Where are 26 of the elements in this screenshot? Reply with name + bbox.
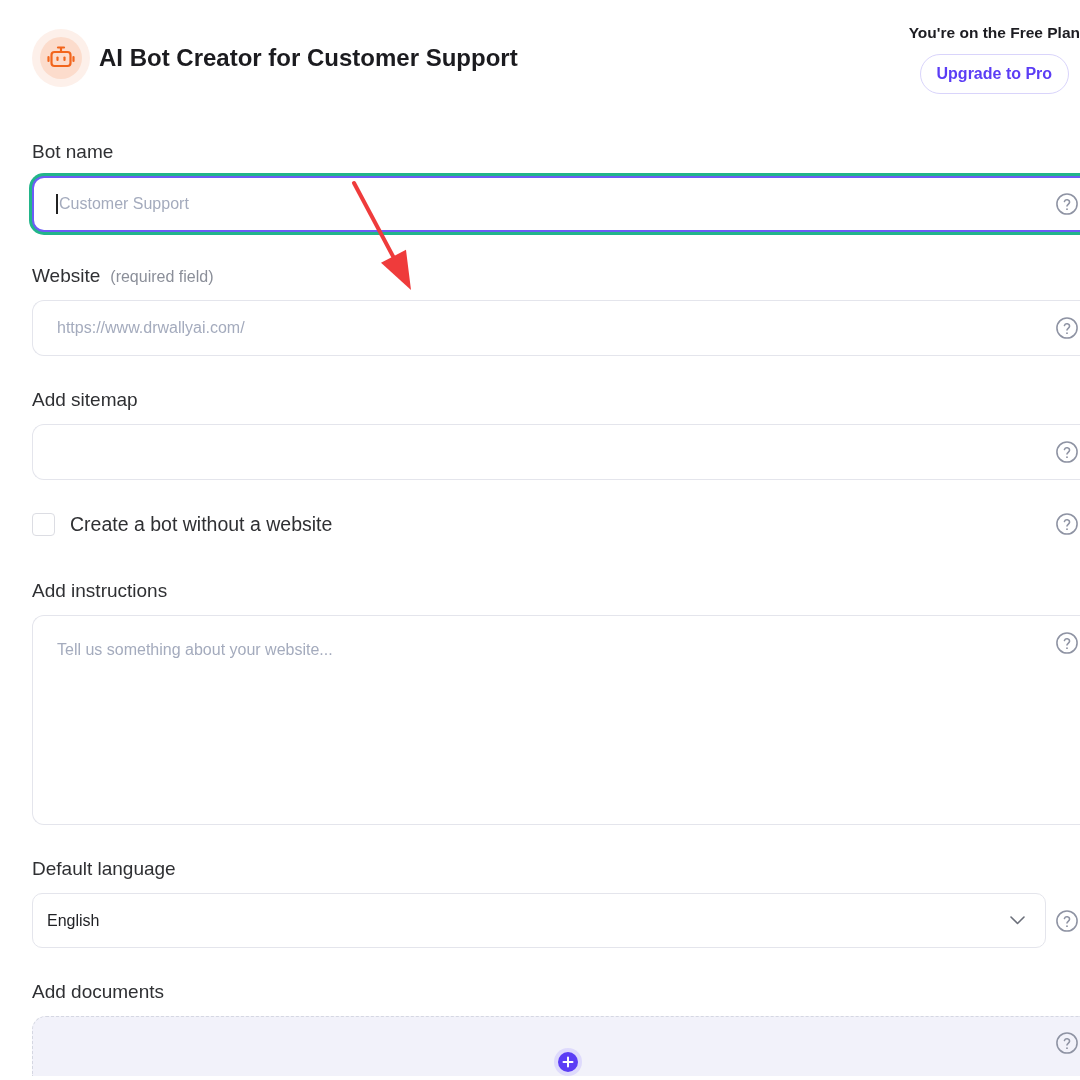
checkbox-label[interactable]: Create a bot without a website: [70, 512, 333, 536]
textarea-field[interactable]: Tell us something about your website...: [32, 615, 1080, 825]
help-icon[interactable]: [1056, 317, 1078, 339]
help-icon[interactable]: [1056, 1032, 1078, 1054]
help-icon[interactable]: [1056, 441, 1078, 463]
chevron-down-icon: [1010, 916, 1025, 925]
text-field[interactable]: Customer Support: [32, 176, 1080, 232]
plan-status-text: You're on the Free Plan: [908, 23, 1080, 43]
upgrade-button[interactable]: Upgrade to Pro: [919, 54, 1070, 94]
help-icon[interactable]: [1056, 193, 1078, 215]
plus-circle-icon[interactable]: [553, 1048, 582, 1076]
help-icon[interactable]: [1056, 632, 1078, 654]
app-title: AI Bot Creator for Customer Support: [99, 44, 518, 72]
field-label: Add instructions: [32, 579, 168, 603]
field-label: Website: [32, 264, 101, 288]
required-note: (required field): [110, 268, 214, 286]
language-select[interactable]: English: [32, 893, 1046, 948]
robot-icon: [32, 29, 90, 87]
field-label: Bot name: [32, 140, 114, 164]
checkbox[interactable]: [32, 512, 55, 536]
field-label: Default language: [32, 857, 176, 881]
help-icon[interactable]: [1056, 909, 1078, 932]
text-cursor-icon: [56, 194, 58, 214]
help-icon[interactable]: [1056, 513, 1078, 535]
field-label: Add documents: [32, 980, 165, 1004]
field-label: Add sitemap: [32, 388, 138, 412]
